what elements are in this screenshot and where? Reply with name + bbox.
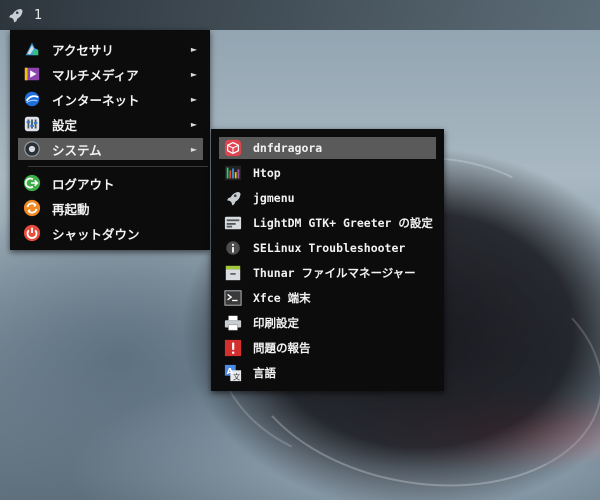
workspace-indicator[interactable]: 1: [34, 8, 42, 23]
menu-item-logout[interactable]: ログアウト: [18, 172, 203, 194]
printer-icon: [223, 313, 243, 333]
menu-item-multimedia[interactable]: マルチメディア ►: [18, 63, 203, 85]
menu-item-accessories[interactable]: アクセサリ ►: [18, 38, 203, 60]
menu-item-settings[interactable]: 設定 ►: [18, 113, 203, 135]
submenu-arrow-icon: ►: [190, 44, 197, 54]
submenu-item-dnfdragora[interactable]: dnfdragora: [219, 137, 436, 159]
settings-icon: [22, 114, 42, 134]
menu-item-label: インターネット: [52, 92, 140, 108]
language-icon: A 文: [223, 363, 243, 383]
submenu-item-selinux-troubleshooter[interactable]: SELinux Troubleshooter: [219, 237, 436, 259]
menu-item-label: 再起動: [52, 201, 90, 217]
submenu-item-label: 言語: [253, 366, 276, 380]
menu-item-shutdown[interactable]: シャットダウン: [18, 222, 203, 244]
multimedia-icon: [22, 64, 42, 84]
shutdown-icon: [22, 223, 42, 243]
menu-launcher-button[interactable]: [0, 0, 30, 30]
submenu-item-label: LightDM GTK+ Greeter の設定: [253, 216, 433, 230]
menu-item-system[interactable]: システム ►: [18, 138, 203, 160]
submenu-item-label: 印刷設定: [253, 316, 299, 330]
display-settings-icon: [223, 213, 243, 233]
internet-icon: [22, 89, 42, 109]
restart-icon: [22, 198, 42, 218]
bug-report-icon: [223, 338, 243, 358]
rocket-icon: [9, 9, 23, 23]
submenu-item-label: 問題の報告: [253, 341, 311, 355]
submenu-item-label: jgmenu: [253, 191, 295, 205]
submenu-item-lightdm-greeter-settings[interactable]: LightDM GTK+ Greeter の設定: [219, 212, 436, 234]
submenu-arrow-icon: ►: [190, 119, 197, 129]
menu-item-restart[interactable]: 再起動: [18, 197, 203, 219]
submenu-item-label: Thunar ファイルマネージャー: [253, 266, 416, 280]
menu-item-internet[interactable]: インターネット ►: [18, 88, 203, 110]
menu-item-label: シャットダウン: [52, 226, 140, 242]
accessories-icon: [22, 39, 42, 59]
submenu-arrow-icon: ►: [190, 94, 197, 104]
menu-item-label: システム: [52, 142, 102, 158]
rocket-icon: [223, 188, 243, 208]
system-submenu: dnfdragora Htop jgmenu LightDM GTK+ Gree…: [211, 129, 444, 391]
htop-icon: [223, 163, 243, 183]
menu-item-label: ログアウト: [52, 176, 115, 192]
submenu-item-htop[interactable]: Htop: [219, 162, 436, 184]
submenu-item-print-settings[interactable]: 印刷設定: [219, 312, 436, 334]
submenu-item-label: dnfdragora: [253, 141, 323, 155]
submenu-item-label: Xfce 端末: [253, 291, 311, 305]
submenu-arrow-icon: ►: [190, 144, 197, 154]
svg-text:文: 文: [233, 372, 240, 381]
menu-item-label: 設定: [52, 117, 78, 133]
main-menu: アクセサリ ► マルチメディア ► インターネット ► 設定 ► システム ► …: [10, 30, 210, 250]
terminal-icon: [223, 288, 243, 308]
menu-separator: [28, 166, 208, 167]
menu-item-label: アクセサリ: [52, 42, 114, 58]
submenu-item-label: Htop: [253, 166, 281, 180]
system-icon: [22, 139, 42, 159]
submenu-arrow-icon: ►: [190, 69, 197, 79]
submenu-item-label: SELinux Troubleshooter: [253, 241, 406, 255]
submenu-item-thunar[interactable]: Thunar ファイルマネージャー: [219, 262, 436, 284]
submenu-item-problem-report[interactable]: 問題の報告: [219, 337, 436, 359]
top-panel: 1: [0, 0, 600, 30]
file-manager-icon: [223, 263, 243, 283]
package-icon: [223, 138, 243, 158]
submenu-item-jgmenu[interactable]: jgmenu: [219, 187, 436, 209]
logout-icon: [22, 173, 42, 193]
info-icon: [223, 238, 243, 258]
menu-item-label: マルチメディア: [52, 67, 139, 83]
submenu-item-language[interactable]: A 文 言語: [219, 362, 436, 384]
submenu-item-xfce-terminal[interactable]: Xfce 端末: [219, 287, 436, 309]
